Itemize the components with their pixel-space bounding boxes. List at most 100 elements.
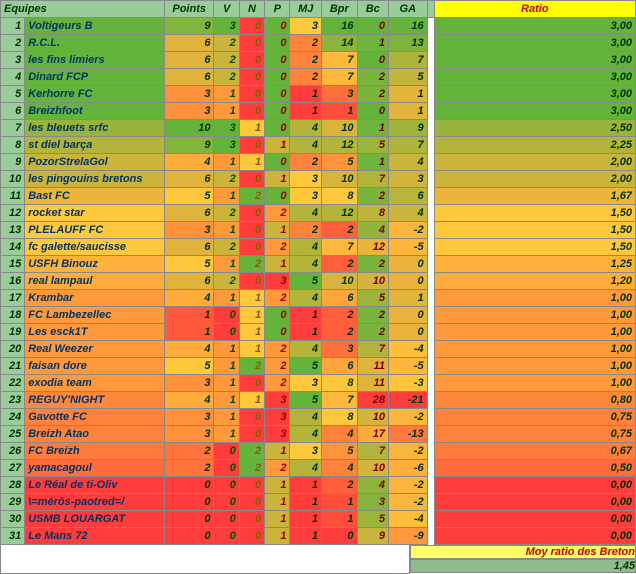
table-row: 12rocket star6202412841,50 bbox=[1, 205, 636, 222]
cell-ga: 0 bbox=[388, 324, 427, 341]
col-bc: Bc bbox=[357, 1, 388, 18]
team-name: rocket star bbox=[25, 205, 165, 222]
table-row: 23REGUY'NIGHT41135728-210,80 bbox=[1, 392, 636, 409]
cell-bc: 2 bbox=[357, 188, 388, 205]
cell-p: 1 bbox=[265, 494, 290, 511]
cell-points: 0 bbox=[164, 511, 214, 528]
cell-bc: 1 bbox=[357, 120, 388, 137]
row-index: 16 bbox=[1, 273, 25, 290]
cell-p: 3 bbox=[265, 426, 290, 443]
team-name: fc galette/saucisse bbox=[25, 239, 165, 256]
cell-p: 3 bbox=[265, 409, 290, 426]
table-row: 31Le Mans 720001109-90,00 bbox=[1, 528, 636, 545]
cell-ga: 3 bbox=[388, 171, 427, 188]
row-index: 20 bbox=[1, 341, 25, 358]
cell-p: 2 bbox=[265, 341, 290, 358]
cell-v: 2 bbox=[214, 205, 239, 222]
table-row: 26FC Breizh2021357-20,67 bbox=[1, 443, 636, 460]
cell-n: 0 bbox=[239, 103, 264, 120]
cell-ratio: 2,00 bbox=[434, 171, 635, 188]
cell-mj: 4 bbox=[290, 290, 322, 307]
cell-v: 3 bbox=[214, 137, 239, 154]
cell-v: 0 bbox=[214, 477, 239, 494]
team-name: st diel barça bbox=[25, 137, 165, 154]
cell-ratio: 3,00 bbox=[434, 35, 635, 52]
cell-ratio: 1,00 bbox=[434, 358, 635, 375]
cell-n: 0 bbox=[239, 494, 264, 511]
row-index: 8 bbox=[1, 137, 25, 154]
cell-mj: 5 bbox=[290, 273, 322, 290]
cell-v: 0 bbox=[214, 511, 239, 528]
cell-v: 0 bbox=[214, 528, 239, 545]
row-index: 4 bbox=[1, 69, 25, 86]
cell-ratio: 3,00 bbox=[434, 86, 635, 103]
cell-ratio: 1,00 bbox=[434, 290, 635, 307]
team-name: USMB LOUARGAT bbox=[25, 511, 165, 528]
cell-bc: 2 bbox=[357, 86, 388, 103]
cell-n: 0 bbox=[239, 528, 264, 545]
cell-n: 1 bbox=[239, 324, 264, 341]
cell-mj: 1 bbox=[290, 494, 322, 511]
table-row: 21faisan dore51225611-51,00 bbox=[1, 358, 636, 375]
cell-ratio: 0,00 bbox=[434, 528, 635, 545]
cell-bpr: 7 bbox=[322, 392, 358, 409]
cell-v: 1 bbox=[214, 409, 239, 426]
cell-ratio: 0,00 bbox=[434, 494, 635, 511]
cell-ratio: 1,20 bbox=[434, 273, 635, 290]
cell-v: 3 bbox=[214, 120, 239, 137]
cell-points: 6 bbox=[164, 205, 214, 222]
cell-mj: 3 bbox=[290, 171, 322, 188]
cell-v: 1 bbox=[214, 188, 239, 205]
cell-mj: 1 bbox=[290, 324, 322, 341]
cell-v: 1 bbox=[214, 154, 239, 171]
cell-points: 3 bbox=[164, 426, 214, 443]
cell-bpr: 3 bbox=[322, 341, 358, 358]
cell-bpr: 10 bbox=[322, 273, 358, 290]
team-name: faisan dore bbox=[25, 358, 165, 375]
cell-p: 2 bbox=[265, 460, 290, 477]
col-n: N bbox=[239, 1, 264, 18]
header-row: Equipes Points V N P MJ Bpr Bc GA Ratio bbox=[1, 1, 636, 18]
cell-bc: 28 bbox=[357, 392, 388, 409]
cell-p: 0 bbox=[265, 69, 290, 86]
cell-n: 0 bbox=[239, 205, 264, 222]
cell-bpr: 6 bbox=[322, 358, 358, 375]
table-row: 4Dinard FCP620027253,00 bbox=[1, 69, 636, 86]
cell-points: 5 bbox=[164, 256, 214, 273]
cell-points: 5 bbox=[164, 358, 214, 375]
cell-bpr: 2 bbox=[322, 477, 358, 494]
row-index: 18 bbox=[1, 307, 25, 324]
cell-ga: 4 bbox=[388, 205, 427, 222]
cell-bc: 7 bbox=[357, 341, 388, 358]
table-row: 3les fins limiers620027073,00 bbox=[1, 52, 636, 69]
cell-ratio: 0,67 bbox=[434, 443, 635, 460]
cell-n: 2 bbox=[239, 460, 264, 477]
row-index: 13 bbox=[1, 222, 25, 239]
cell-mj: 2 bbox=[290, 222, 322, 239]
cell-mj: 1 bbox=[290, 103, 322, 120]
cell-ratio: 0,00 bbox=[434, 511, 635, 528]
row-index: 5 bbox=[1, 86, 25, 103]
cell-bpr: 12 bbox=[322, 205, 358, 222]
col-bpr: Bpr bbox=[322, 1, 358, 18]
cell-ratio: 0,50 bbox=[434, 460, 635, 477]
cell-bc: 5 bbox=[357, 290, 388, 307]
cell-bpr: 2 bbox=[322, 256, 358, 273]
team-name: Breizhfoot bbox=[25, 103, 165, 120]
table-row: 16real lampaul62035101001,20 bbox=[1, 273, 636, 290]
cell-points: 6 bbox=[164, 35, 214, 52]
cell-v: 0 bbox=[214, 324, 239, 341]
cell-mj: 4 bbox=[290, 341, 322, 358]
cell-v: 3 bbox=[214, 18, 239, 35]
cell-p: 2 bbox=[265, 239, 290, 256]
cell-mj: 2 bbox=[290, 69, 322, 86]
row-index: 1 bbox=[1, 18, 25, 35]
cell-v: 1 bbox=[214, 86, 239, 103]
team-name: Gavotte FC bbox=[25, 409, 165, 426]
cell-n: 0 bbox=[239, 477, 264, 494]
cell-v: 1 bbox=[214, 358, 239, 375]
cell-n: 1 bbox=[239, 307, 264, 324]
cell-v: 1 bbox=[214, 341, 239, 358]
cell-bc: 0 bbox=[357, 52, 388, 69]
cell-bpr: 2 bbox=[322, 222, 358, 239]
